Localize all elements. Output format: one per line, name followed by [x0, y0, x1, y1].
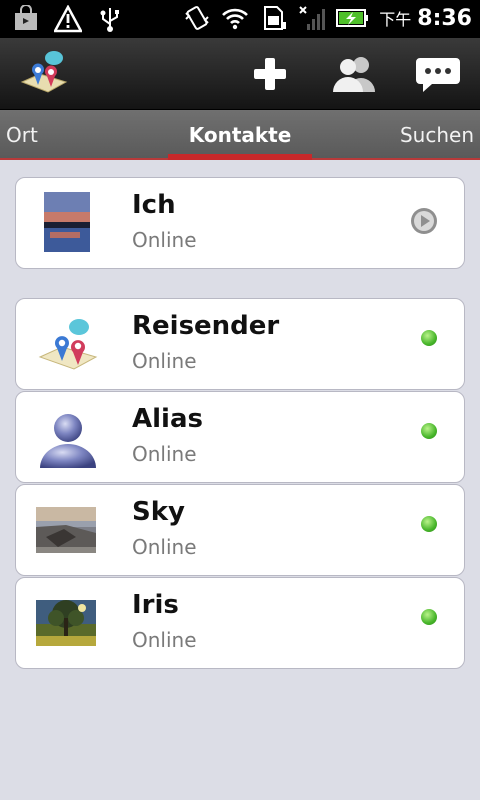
contact-name: Alias [132, 404, 203, 434]
usb-icon [100, 8, 119, 32]
active-tab-indicator [168, 154, 312, 160]
my-profile-card[interactable]: Ich Online [15, 177, 465, 269]
sim-card-icon [264, 6, 287, 30]
arrow-right-icon[interactable] [410, 207, 438, 235]
online-status-dot [421, 423, 437, 439]
contact-status: Online [132, 442, 197, 466]
signal-icon [299, 6, 326, 30]
contact-card[interactable]: Alias Online [15, 391, 465, 483]
status-ampm: 下午 [379, 10, 412, 29]
default-person-avatar [40, 414, 96, 468]
contact-status: Online [132, 535, 197, 559]
contact-name: Ich [132, 190, 176, 220]
contact-name: Sky [132, 497, 185, 527]
battery-charging-icon [336, 9, 369, 27]
shopping-bag-icon [15, 5, 37, 30]
contact-status: Online [132, 349, 197, 373]
contact-card[interactable]: Iris Online [15, 577, 465, 669]
status-bar: 下午 8:36 [0, 0, 480, 38]
contact-status: Online [132, 228, 197, 252]
contact-name: Reisender [132, 311, 280, 341]
chat-bubble-icon[interactable] [414, 52, 462, 96]
vibrate-icon [185, 6, 209, 30]
add-icon[interactable] [246, 52, 294, 96]
contact-card[interactable]: Sky Online [15, 484, 465, 576]
wifi-icon [222, 8, 249, 30]
online-status-dot [421, 609, 437, 625]
online-status-dot [421, 330, 437, 346]
status-time: 8:36 [417, 5, 472, 31]
contact-avatar [38, 319, 98, 370]
group-icon[interactable] [330, 52, 378, 96]
contact-status: Online [132, 628, 197, 652]
tab-suchen[interactable]: Suchen [400, 123, 474, 147]
contact-name: Iris [132, 590, 179, 620]
action-bar [0, 38, 480, 110]
tab-bar: Ort Kontakte Suchen [0, 110, 480, 160]
app-logo-map-pin-icon[interactable] [18, 48, 70, 100]
contact-card[interactable]: Reisender Online [15, 298, 465, 390]
profile-photo-avatar [44, 192, 90, 252]
landscape-photo-avatar [36, 507, 96, 553]
tree-photo-avatar [36, 600, 96, 646]
online-status-dot [421, 516, 437, 532]
warning-icon [54, 5, 82, 33]
